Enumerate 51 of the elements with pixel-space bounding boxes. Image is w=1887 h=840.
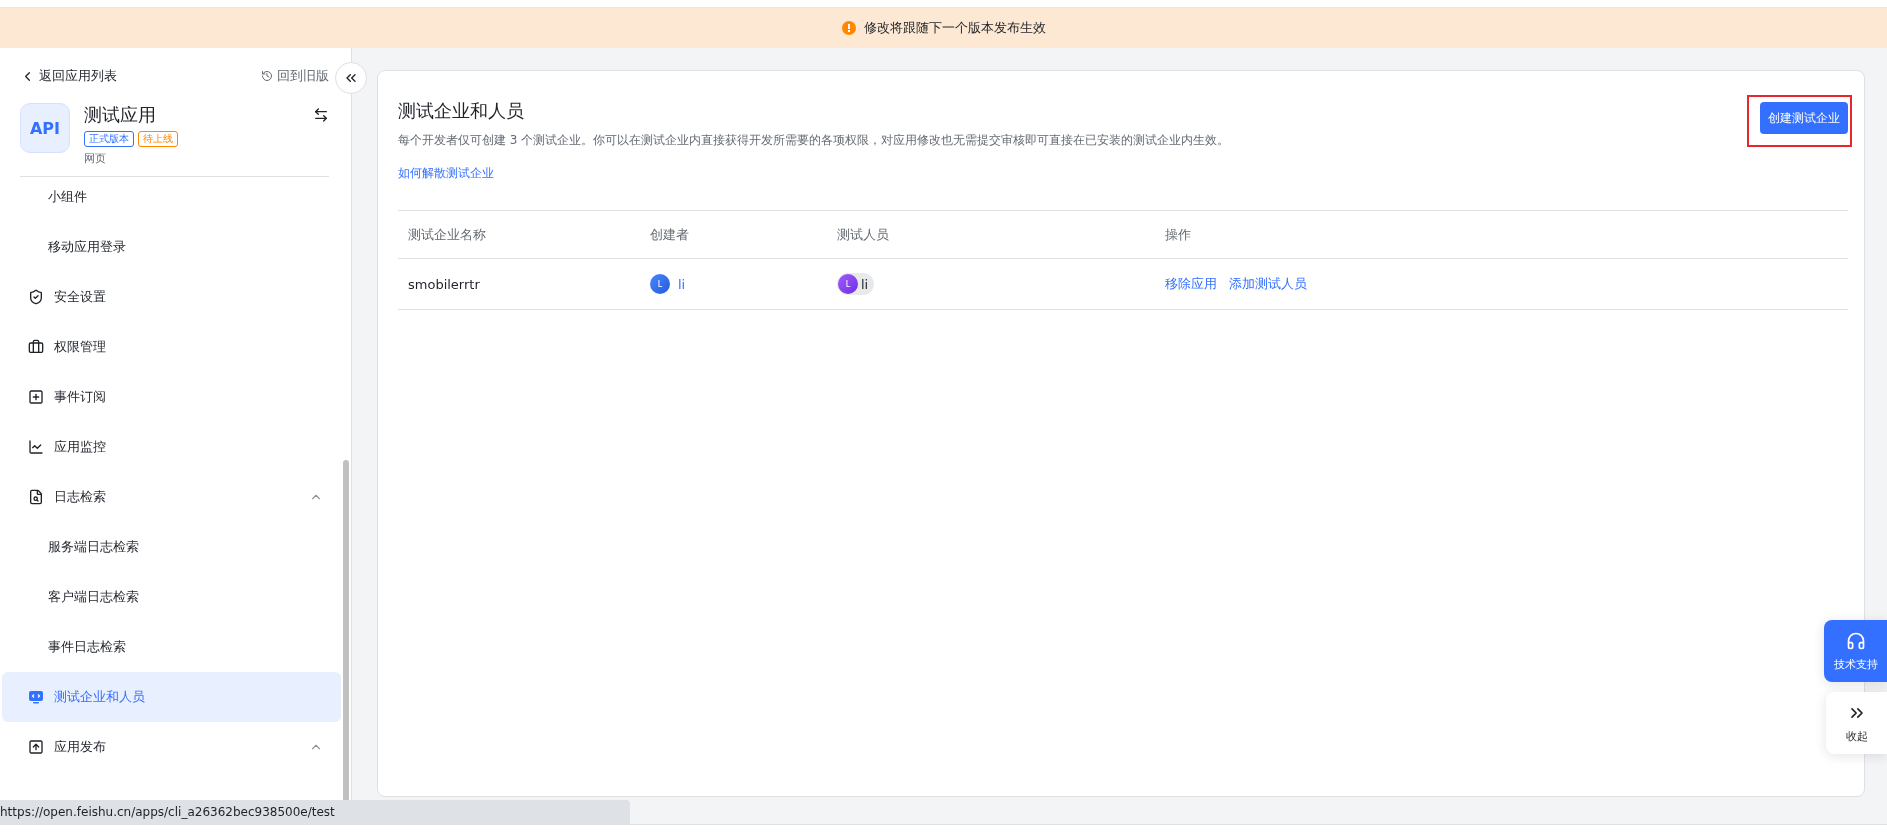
status-tag: 正式版本 bbox=[84, 131, 134, 147]
menu-item[interactable]: 应用发布 bbox=[2, 722, 341, 772]
menu-item[interactable]: 权限管理 bbox=[2, 322, 341, 372]
notice-text: 修改将跟随下一个版本发布生效 bbox=[863, 19, 1046, 37]
menu-item[interactable]: 事件订阅 bbox=[2, 372, 341, 422]
tester-chip[interactable]: L li bbox=[837, 273, 875, 295]
description-text: 每个开发者仅可创建 3 个测试企业。你可以在测试企业内直接获得开发所需要的各项权限，对应用修改也无需提交审核即可直接在已安装的测试企业内生效。 bbox=[398, 132, 1230, 149]
menu-item[interactable]: 日志检索 bbox=[2, 472, 341, 522]
column-header: 测试企业名称 bbox=[408, 225, 487, 244]
create-button[interactable]: 创建测试企业 bbox=[1760, 102, 1848, 134]
headset-icon bbox=[1845, 630, 1866, 651]
menu-icon bbox=[28, 439, 44, 455]
action-link[interactable]: 添加测试人员 bbox=[1229, 275, 1307, 293]
menu-item[interactable]: 事件日志检索 bbox=[2, 622, 341, 672]
menu-item[interactable]: 测试企业和人员 bbox=[2, 672, 341, 722]
user-avatar: L bbox=[650, 274, 670, 294]
table-cell-text: smobilerrtr bbox=[408, 276, 481, 292]
support-button[interactable]: 技术支持 bbox=[1824, 620, 1887, 682]
menu-item[interactable]: 客户端日志检索 bbox=[2, 572, 341, 622]
warning-icon bbox=[841, 21, 856, 35]
menu-item[interactable]: 移动应用登录 bbox=[2, 222, 341, 272]
app-logo: API bbox=[20, 103, 70, 153]
menu-item[interactable]: 应用监控 bbox=[2, 422, 341, 472]
menu-icon bbox=[28, 289, 44, 305]
creator-link[interactable]: li bbox=[678, 276, 686, 292]
back-link[interactable]: 返回应用列表 bbox=[20, 67, 117, 85]
tester-name: li bbox=[861, 276, 869, 292]
menu-icon bbox=[28, 339, 44, 355]
history-icon bbox=[261, 70, 273, 82]
page-title: 测试企业和人员 bbox=[398, 99, 525, 123]
menu-icon bbox=[28, 489, 44, 505]
app-type: 网页 bbox=[84, 151, 107, 166]
menu-item[interactable]: 小组件 bbox=[2, 177, 341, 222]
status-tag: 待上线 bbox=[138, 131, 178, 147]
old-version-link[interactable]: 回到旧版 bbox=[261, 67, 329, 85]
url-status-tooltip: https://open.feishu.cn/apps/cli_a26362bec938500e/test bbox=[0, 800, 630, 824]
user-avatar: L bbox=[838, 274, 858, 294]
action-link[interactable]: 移除应用 bbox=[1165, 275, 1217, 293]
menu-icon bbox=[28, 739, 44, 755]
column-header: 操作 bbox=[1165, 225, 1192, 244]
menu-item[interactable]: 服务端日志检索 bbox=[2, 522, 341, 572]
menu-item[interactable]: 安全设置 bbox=[2, 272, 341, 322]
app-name: 测试应用 bbox=[84, 103, 156, 127]
monitor-code-icon bbox=[28, 689, 44, 705]
switch-icon[interactable] bbox=[313, 107, 329, 123]
collapse-button[interactable]: 收起 bbox=[1826, 692, 1887, 754]
column-header: 创建者 bbox=[650, 225, 690, 244]
column-header: 测试人员 bbox=[837, 225, 890, 244]
menu-icon bbox=[28, 389, 44, 405]
collapse-sidebar-button[interactable] bbox=[335, 62, 367, 94]
help-link[interactable]: 如何解散测试企业 bbox=[398, 165, 1230, 182]
